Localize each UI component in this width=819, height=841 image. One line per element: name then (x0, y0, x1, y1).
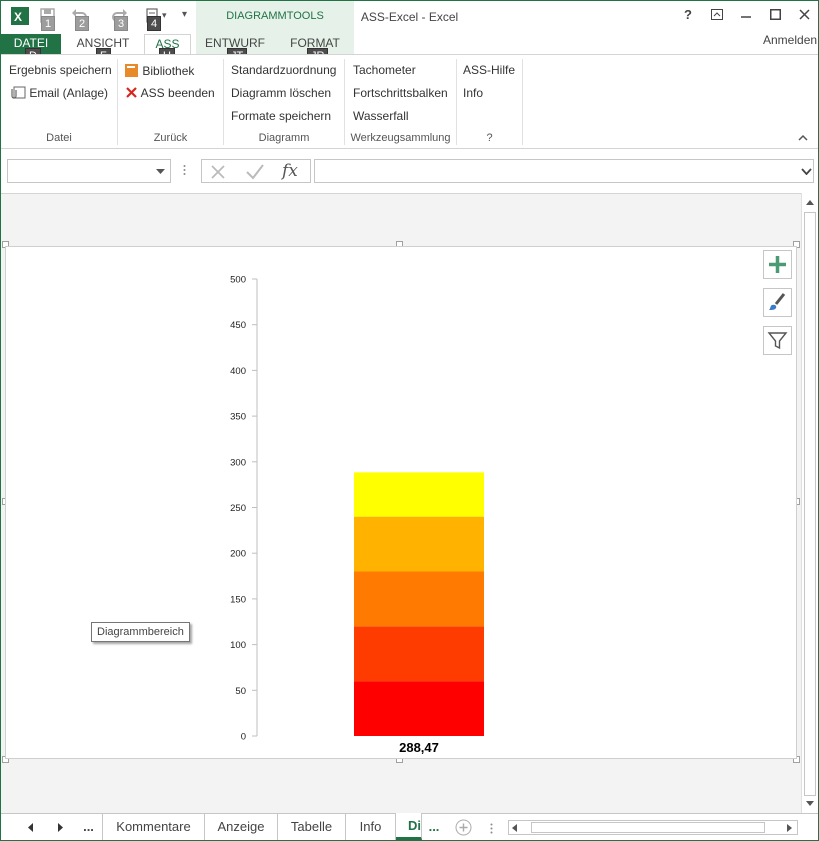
chevron-down-icon[interactable] (156, 169, 165, 175)
group-label-datei: Datei (46, 132, 72, 144)
sheet-tab-dia-active[interactable]: Dia (396, 813, 422, 840)
formula-input[interactable] (314, 159, 814, 183)
tab-split-grip-icon[interactable] (490, 823, 493, 834)
speedometer-button[interactable]: Tachometer (353, 63, 416, 77)
attachment-icon (11, 86, 26, 99)
maximize-icon[interactable] (766, 6, 784, 24)
close-icon[interactable] (795, 6, 813, 24)
plus-icon (769, 256, 786, 273)
delete-chart-button[interactable]: Diagramm löschen (231, 86, 331, 100)
email-attachment-button[interactable]: Email (Anlage) (9, 86, 108, 100)
save-result-button[interactable]: Ergebnis speichern (9, 63, 112, 77)
new-sheet-icon[interactable] (455, 819, 472, 836)
save-formats-button[interactable]: Formate speichern (231, 109, 331, 123)
stacked-bar-chart[interactable]: 0 50 100 150 200 250 300 350 400 450 500 288,47 (6, 247, 798, 760)
formula-bar-grip-icon[interactable] (183, 162, 186, 178)
ass-help-button[interactable]: ASS-Hilfe (463, 63, 515, 77)
y-axis-tick-label: 0 (241, 732, 246, 743)
scroll-left-icon[interactable] (512, 824, 518, 832)
library-label: Bibliothek (142, 64, 195, 78)
quit-ass-button[interactable]: ASS beenden (125, 86, 215, 100)
filter-icon (767, 332, 788, 350)
horizontal-scroll-thumb[interactable] (531, 822, 765, 833)
group-label-diagramm: Diagramm (258, 132, 310, 144)
chart-area[interactable]: 0 50 100 150 200 250 300 350 400 450 500 288,47 (5, 246, 797, 759)
waterfall-button[interactable]: Wasserfall (353, 109, 409, 123)
group-separator (344, 59, 345, 145)
scroll-up-icon[interactable] (805, 199, 815, 206)
title-bar: X ▾ ▾ 1 2 3 4 ASS-Excel - Excel ? (1, 1, 818, 31)
library-button[interactable]: Bibliothek (124, 63, 194, 78)
formula-bar: fx (1, 149, 818, 193)
y-axis-tick-label: 150 (230, 594, 246, 605)
ribbon-display-options-icon[interactable] (708, 6, 726, 24)
insert-function-button[interactable]: fx (282, 161, 298, 181)
group-separator (117, 59, 118, 145)
chart-styles-button[interactable] (763, 288, 792, 317)
next-sheet-icon[interactable] (57, 823, 64, 832)
sheet-tab-kommentare[interactable]: Kommentare (103, 814, 205, 840)
y-axis-tick-label: 250 (230, 503, 246, 514)
formula-buttons: fx (201, 159, 311, 183)
sign-in-link[interactable]: Anmelden (763, 33, 817, 47)
expand-formula-bar-icon[interactable] (801, 168, 812, 175)
info-button[interactable]: Info (463, 86, 483, 100)
default-mapping-button[interactable]: Standardzuordnung (231, 63, 336, 77)
chart-area-tooltip: Diagrammbereich (91, 622, 190, 642)
group-separator (223, 59, 224, 145)
chart-filters-button[interactable] (763, 326, 792, 355)
y-axis-tick-label: 500 (230, 275, 246, 286)
email-attachment-label: Email (Anlage) (29, 86, 109, 100)
bar-segment-4[interactable] (354, 516, 484, 572)
name-box[interactable] (7, 159, 171, 183)
book-icon (125, 64, 138, 77)
horizontal-scrollbar[interactable] (508, 820, 798, 835)
cancel-icon[interactable] (210, 164, 226, 180)
scroll-down-icon[interactable] (805, 800, 815, 807)
y-axis-tick-label: 400 (230, 366, 246, 377)
y-axis-tick-label: 300 (230, 457, 246, 468)
bar-segment-2[interactable] (354, 626, 484, 682)
previous-sheet-icon[interactable] (27, 823, 34, 832)
sheet-tab-info[interactable]: Info (346, 814, 396, 840)
collapse-ribbon-icon[interactable] (798, 134, 808, 141)
bar-total-label: 288,47 (399, 740, 439, 755)
sheet-tab-more-left[interactable]: ... (75, 814, 103, 840)
y-axis-tick-label: 200 (230, 549, 246, 560)
y-axis-tick-label: 50 (235, 686, 246, 697)
bar-segment-3[interactable] (354, 571, 484, 627)
group-separator (522, 59, 523, 145)
scroll-thumb[interactable] (804, 212, 816, 796)
group-label-werkzeug: Werkzeugsammlung (350, 132, 451, 144)
red-x-icon (126, 87, 137, 98)
chart-tools-label: DIAGRAMMTOOLS (226, 10, 324, 22)
chart-elements-button[interactable] (763, 250, 792, 279)
help-button[interactable]: ? (679, 6, 697, 24)
sheet-tab-more-right[interactable]: ... (422, 814, 446, 840)
minimize-icon[interactable] (737, 6, 755, 24)
progress-bar-button[interactable]: Fortschrittsbalken (353, 86, 448, 100)
excel-window: X ▾ ▾ 1 2 3 4 ASS-Excel - Excel ? DIAGRA… (0, 0, 819, 841)
y-axis-tick-label: 100 (230, 640, 246, 651)
group-label-zurueck: Zurück (153, 132, 188, 144)
group-separator (456, 59, 457, 145)
quit-ass-label: ASS beenden (140, 86, 215, 100)
brush-icon (769, 293, 786, 310)
sheet-tab-anzeige[interactable]: Anzeige (205, 814, 278, 840)
bar-segment-5[interactable] (354, 472, 484, 517)
vertical-scrollbar[interactable] (801, 193, 818, 813)
sheet-tab-tabelle[interactable]: Tabelle (278, 814, 346, 840)
group-label-hilfe: ? (486, 132, 493, 144)
y-axis-tick-label: 350 (230, 412, 246, 423)
enter-check-icon[interactable] (246, 164, 264, 180)
sheet-tabs-bar: ... Kommentare Anzeige Tabelle Info Dia … (1, 813, 818, 840)
bar-segment-1[interactable] (354, 681, 484, 736)
y-axis-tick-label: 450 (230, 320, 246, 331)
scroll-right-icon[interactable] (786, 824, 792, 832)
